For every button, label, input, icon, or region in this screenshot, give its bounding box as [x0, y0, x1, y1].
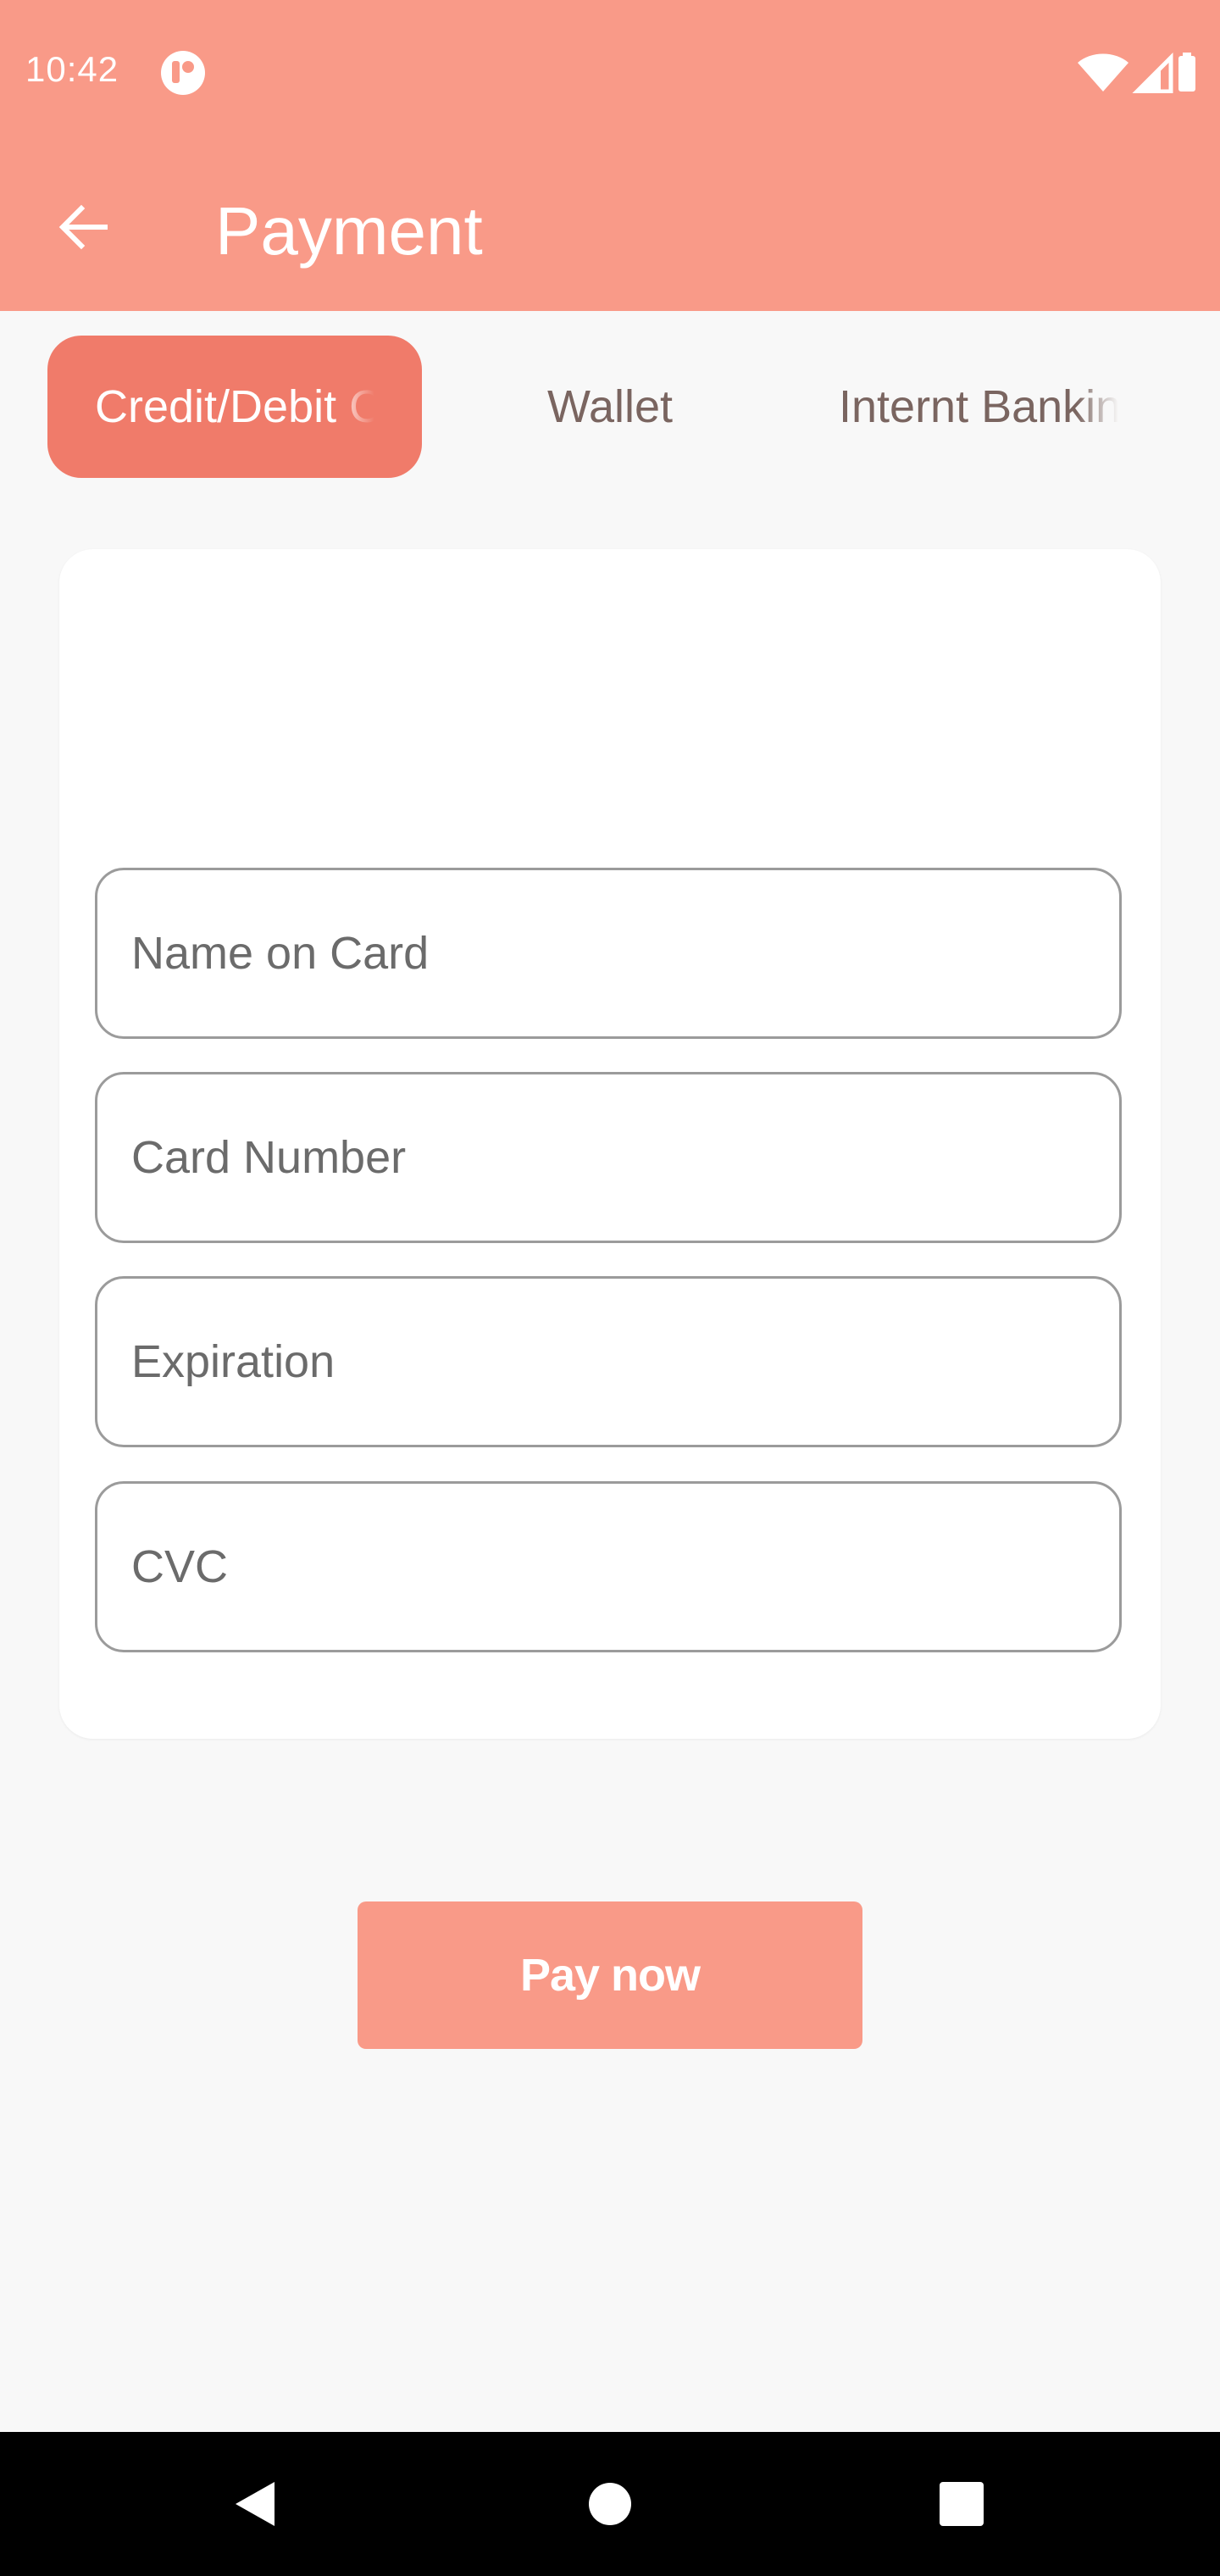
back-triangle-icon	[236, 2482, 274, 2526]
home-circle-icon	[589, 2483, 631, 2525]
name-on-card-input[interactable]	[97, 870, 1119, 1036]
expiration-field[interactable]	[95, 1276, 1122, 1447]
status-icons	[1076, 51, 1200, 93]
battery-icon	[1178, 53, 1195, 92]
cvc-input[interactable]	[97, 1484, 1119, 1650]
pay-now-button[interactable]: Pay now	[358, 1901, 862, 2049]
navigation-bar	[0, 2432, 1220, 2576]
tab-wallet[interactable]: Wallet	[491, 336, 729, 478]
cvc-field[interactable]	[95, 1481, 1122, 1652]
nav-back-button[interactable]	[188, 2432, 324, 2576]
back-button[interactable]	[49, 193, 117, 261]
wifi-icon	[1078, 53, 1128, 92]
card-number-field[interactable]	[95, 1072, 1122, 1243]
name-on-card-field[interactable]	[95, 868, 1122, 1039]
card-details-form	[59, 549, 1161, 1739]
page-title: Payment	[215, 193, 483, 269]
signal-icon	[1132, 52, 1173, 93]
tab-label: Wallet	[546, 381, 674, 432]
expiration-input[interactable]	[97, 1279, 1119, 1445]
header: 10:42 Payment	[0, 0, 1220, 311]
tab-label: Internt Banking	[839, 381, 1118, 432]
card-number-input[interactable]	[97, 1074, 1119, 1241]
nav-recents-button[interactable]	[894, 2432, 1029, 2576]
tab-credit-debit-card[interactable]: Credit/Debit Card	[47, 336, 422, 478]
recents-square-icon	[940, 2482, 984, 2526]
app-notification-icon	[161, 51, 205, 95]
status-time: 10:42	[25, 49, 119, 89]
payment-screen: 10:42 Payment Credit/Debit C Wallet Inte…	[0, 0, 1220, 2576]
arrow-back-icon	[58, 204, 108, 250]
tab-label: Credit/Debit Card	[95, 381, 374, 432]
nav-home-button[interactable]	[542, 2432, 678, 2576]
payment-method-tabs: Credit/Debit Card Wallet Internt Banking	[0, 336, 1220, 478]
tab-internet-banking[interactable]: Internt Banking	[839, 336, 1118, 478]
